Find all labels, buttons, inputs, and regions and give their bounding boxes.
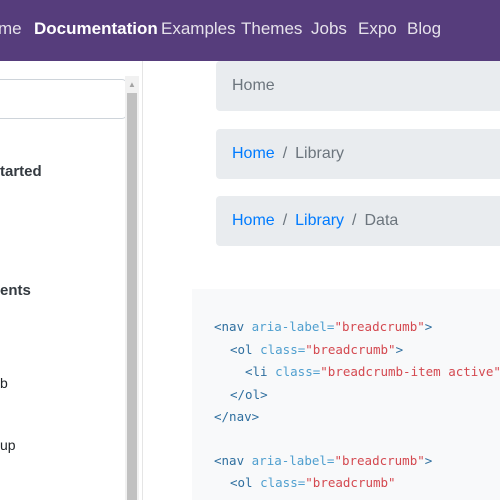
code-example: <nav aria-label="breadcrumb"> <ol class=… <box>192 289 500 500</box>
breadcrumb-item-active: Library <box>295 145 345 162</box>
sidebar-item-getting-started[interactable]: tarted <box>0 163 42 180</box>
breadcrumb-separator: / <box>282 212 288 229</box>
sidebar-item-link[interactable]: up <box>0 437 16 453</box>
top-navbar: me Documentation Examples Themes Jobs Ex… <box>0 0 500 61</box>
nav-link-documentation[interactable]: Documentation <box>34 18 158 40</box>
code-line: <nav aria-label="breadcrumb"> <box>214 319 433 334</box>
code-line: </nav> <box>214 409 260 424</box>
nav-link-examples[interactable]: Examples <box>161 18 236 40</box>
breadcrumb-item-active: Data <box>364 212 399 229</box>
breadcrumb-separator: / <box>282 145 288 162</box>
code-line: <nav aria-label="breadcrumb"> <box>214 453 433 468</box>
nav-link-home[interactable]: me <box>0 18 22 40</box>
scroll-up-arrow-icon[interactable]: ▲ <box>125 80 139 90</box>
nav-link-expo[interactable]: Expo <box>358 18 397 40</box>
breadcrumb-link[interactable]: Library <box>295 212 344 230</box>
nav-link-blog[interactable]: Blog <box>407 18 441 40</box>
sidebar-item-components[interactable]: ents <box>0 282 31 299</box>
search-input[interactable] <box>0 79 127 119</box>
code-line: <ol class="breadcrumb" <box>230 475 396 490</box>
code-line: <li class="breadcrumb-item active" <box>245 364 500 379</box>
breadcrumb: Home / Library <box>216 129 500 179</box>
nav-link-themes[interactable]: Themes <box>241 18 302 40</box>
code-line: <ol class="breadcrumb"> <box>230 342 404 357</box>
nav-link-jobs[interactable]: Jobs <box>311 18 347 40</box>
code-line: </ol> <box>230 387 268 402</box>
breadcrumb-link[interactable]: Home <box>232 212 275 230</box>
scrollbar-thumb[interactable] <box>127 93 137 500</box>
breadcrumb: Home <box>216 61 500 111</box>
breadcrumb-link[interactable]: Home <box>232 145 275 163</box>
sidebar-scrollbar[interactable]: ▲ <box>125 76 139 500</box>
breadcrumb-separator: / <box>352 212 357 229</box>
sidebar: tarted ents b up <box>0 61 143 500</box>
breadcrumb-item-active: Home <box>232 77 275 94</box>
breadcrumb: Home / Library / Data <box>216 196 500 246</box>
sidebar-item-link[interactable]: b <box>0 375 8 391</box>
